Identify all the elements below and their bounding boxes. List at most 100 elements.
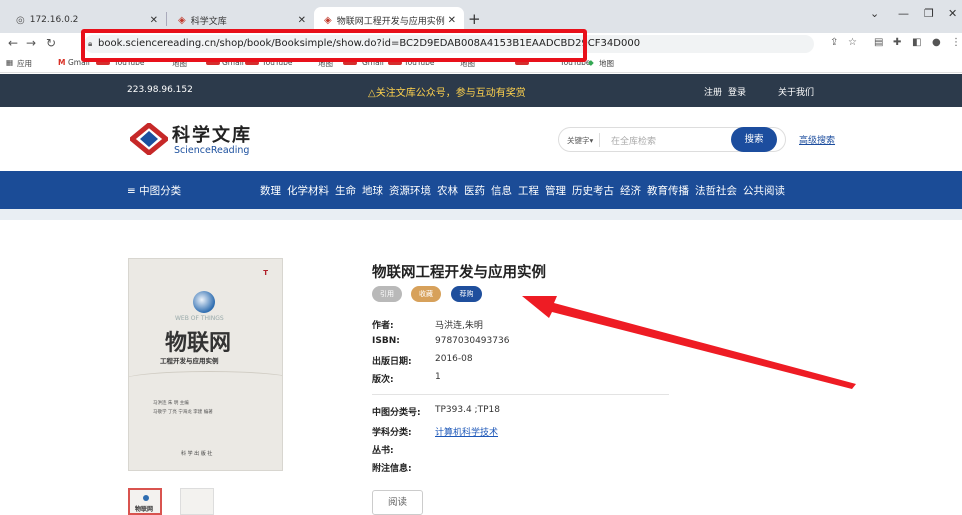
tab-label: 科学文库 <box>190 16 227 27</box>
close-tab-icon[interactable]: ✕ <box>150 15 158 26</box>
clc-value: TP393.4 ;TP18 <box>435 405 500 415</box>
cover-web-text: WEB OF THINGS <box>175 315 224 322</box>
sciencereading-icon: ◈ <box>324 14 332 26</box>
category-navbar: ≡ 中图分类 数理 化学材料 生命 地球 资源环境 农林 医药 信息 工程 管理 历史考古 经济 教育传… <box>0 171 962 209</box>
bookmark-star-icon[interactable]: ☆ <box>848 37 857 48</box>
back-arrow-icon[interactable]: ← <box>8 36 18 50</box>
share-icon[interactable]: ⇪ <box>830 37 838 48</box>
cite-button[interactable]: 引用 <box>372 286 402 302</box>
tab-search-icon[interactable]: ⌄ <box>870 7 879 20</box>
nav-item-11[interactable]: 经济 <box>620 183 641 198</box>
advanced-search-link[interactable]: 高级搜索 <box>799 133 835 146</box>
nav-item-1[interactable]: 化学材料 <box>287 183 329 198</box>
cover-globe-icon <box>193 291 215 313</box>
book-cover-image[interactable]: T WEB OF THINGS 物联网 工程开发与应用实例 马洪连 朱 明 主编… <box>128 258 283 471</box>
clc-label: 中图分类号: <box>372 408 421 418</box>
nav-item-2[interactable]: 生命 <box>335 183 356 198</box>
book-title: 物联网工程开发与应用实例 <box>372 265 546 281</box>
search-field-dropdown[interactable]: 关键字▾ <box>567 135 593 146</box>
series-label: 丛书: <box>372 446 394 456</box>
visitor-ip: 223.98.96.152 <box>127 85 193 95</box>
menu-kebab-icon[interactable]: ⋮ <box>951 37 961 48</box>
minimize-icon[interactable]: — <box>898 7 909 20</box>
extensions-icon[interactable]: ✚ <box>893 37 901 48</box>
red-arrow-shape <box>522 296 856 389</box>
cover-swoosh <box>129 371 282 391</box>
favorite-button[interactable]: 收藏 <box>411 286 441 302</box>
cover-authors-line: 马敬学 丁亮 宁海龙 李建 编著 <box>153 410 213 415</box>
nav-item-3[interactable]: 地球 <box>362 183 383 198</box>
category-menu-button[interactable]: ≡ 中图分类 <box>127 183 181 198</box>
subject-nav-list: 数理 化学材料 生命 地球 资源环境 农林 医药 信息 工程 管理 历史考古 经济 教育传播 法哲社会 公共… <box>260 183 785 198</box>
sciencereading-icon: ◈ <box>178 14 186 26</box>
close-tab-icon[interactable]: ✕ <box>448 15 456 26</box>
bookmark-maps-last[interactable]: 地图 <box>599 58 614 69</box>
publish-date-label: 出版日期: <box>372 357 412 367</box>
search-divider <box>599 133 600 147</box>
search-button[interactable]: 搜索 <box>731 127 777 152</box>
cover-publisher: 科 学 出 版 社 <box>181 451 213 457</box>
navbar-shadow-strip <box>0 209 962 220</box>
logo-english-text: ScienceReading <box>174 145 250 156</box>
tab-label: 物联网工程开发与应用实例 <box>336 16 445 27</box>
site-header: 科学文库 ScienceReading 关键字▾ 在全库检索 搜索 高级搜索 <box>0 107 962 171</box>
gmail-icon: M <box>58 58 66 67</box>
nav-item-6[interactable]: 医药 <box>464 183 485 198</box>
author-value: 马洪连,朱明 <box>435 321 483 331</box>
cover-subtitle: 工程开发与应用实例 <box>160 357 219 365</box>
nav-item-4[interactable]: 资源环境 <box>389 183 431 198</box>
nav-item-13[interactable]: 法哲社会 <box>695 183 737 198</box>
cover-thumbnail-back[interactable] <box>180 488 214 515</box>
isbn-value: 9787030493736 <box>435 336 510 346</box>
cover-publisher-badge: T <box>263 269 268 277</box>
info-divider <box>372 394 669 395</box>
publish-date-value: 2016-08 <box>435 354 473 364</box>
login-link[interactable]: 登录 <box>728 85 746 98</box>
nav-item-9[interactable]: 管理 <box>545 183 566 198</box>
bookmark-apps[interactable]: 应用 <box>17 58 32 69</box>
forward-arrow-icon[interactable]: → <box>26 36 36 50</box>
globe-icon: ◎ <box>16 14 25 26</box>
nav-item-14[interactable]: 公共阅读 <box>743 183 785 198</box>
new-tab-button[interactable]: + <box>468 10 481 28</box>
maximize-icon[interactable]: ❐ <box>924 7 934 20</box>
profile-avatar-icon[interactable]: ● <box>932 37 941 48</box>
sciencereading-logo-icon[interactable] <box>130 123 168 155</box>
search-input[interactable]: 在全库检索 <box>611 134 656 147</box>
edition-value: 1 <box>435 372 441 382</box>
subject-link[interactable]: 计算机科学技术 <box>435 425 498 438</box>
thumbnail-title: 物联网 <box>135 506 154 513</box>
read-button[interactable]: 阅读 <box>372 490 423 515</box>
cover-authors: 马洪连 朱 明 主编 马敬学 丁亮 宁海龙 李建 编著 <box>153 399 213 417</box>
reload-icon[interactable]: ↻ <box>46 36 56 50</box>
thumbnail-globe-icon <box>143 495 149 501</box>
nav-item-8[interactable]: 工程 <box>518 183 539 198</box>
logo-chinese-text: 科学文库 <box>172 125 252 146</box>
nav-item-10[interactable]: 历史考古 <box>572 183 614 198</box>
nav-item-5[interactable]: 农林 <box>437 183 458 198</box>
apps-grid-icon[interactable]: ▦ <box>6 58 13 67</box>
cover-thumbnail-front[interactable]: 物联网 <box>128 488 162 515</box>
tab-divider <box>166 12 167 26</box>
extra-info-label: 附注信息: <box>372 464 412 474</box>
register-link[interactable]: 注册 <box>704 85 722 98</box>
cover-title: 物联网 <box>165 330 232 356</box>
edition-label: 版次: <box>372 375 394 385</box>
about-link[interactable]: 关于我们 <box>778 85 814 98</box>
subject-label: 学科分类: <box>372 428 412 438</box>
tab-label: 172.16.0.2 <box>29 15 79 25</box>
cover-authors-line: 马洪连 朱 明 主编 <box>153 401 189 406</box>
wechat-notice-link[interactable]: △关注文库公众号，参与互动有奖赏 <box>368 84 526 99</box>
screenshot-root: ◎ 172.16.0.2 ✕ ◈ 科学文库 ✕ ◈ 物联网工程开发与应用实例 ✕… <box>0 0 962 515</box>
maps-icon: ◆ <box>588 58 594 67</box>
close-tab-icon[interactable]: ✕ <box>298 15 306 26</box>
nav-item-12[interactable]: 教育传播 <box>647 183 689 198</box>
nav-item-0[interactable]: 数理 <box>260 183 281 198</box>
recommend-purchase-button[interactable]: 荐购 <box>451 286 482 302</box>
site-top-strip: 223.98.96.152 △关注文库公众号，参与互动有奖赏 注册 登录 关于我… <box>0 74 962 107</box>
isbn-label: ISBN: <box>372 336 400 346</box>
close-window-icon[interactable]: ✕ <box>948 7 957 20</box>
reading-list-icon[interactable]: ▤ <box>874 37 883 48</box>
sidebar-icon[interactable]: ◧ <box>912 37 921 48</box>
nav-item-7[interactable]: 信息 <box>491 183 512 198</box>
